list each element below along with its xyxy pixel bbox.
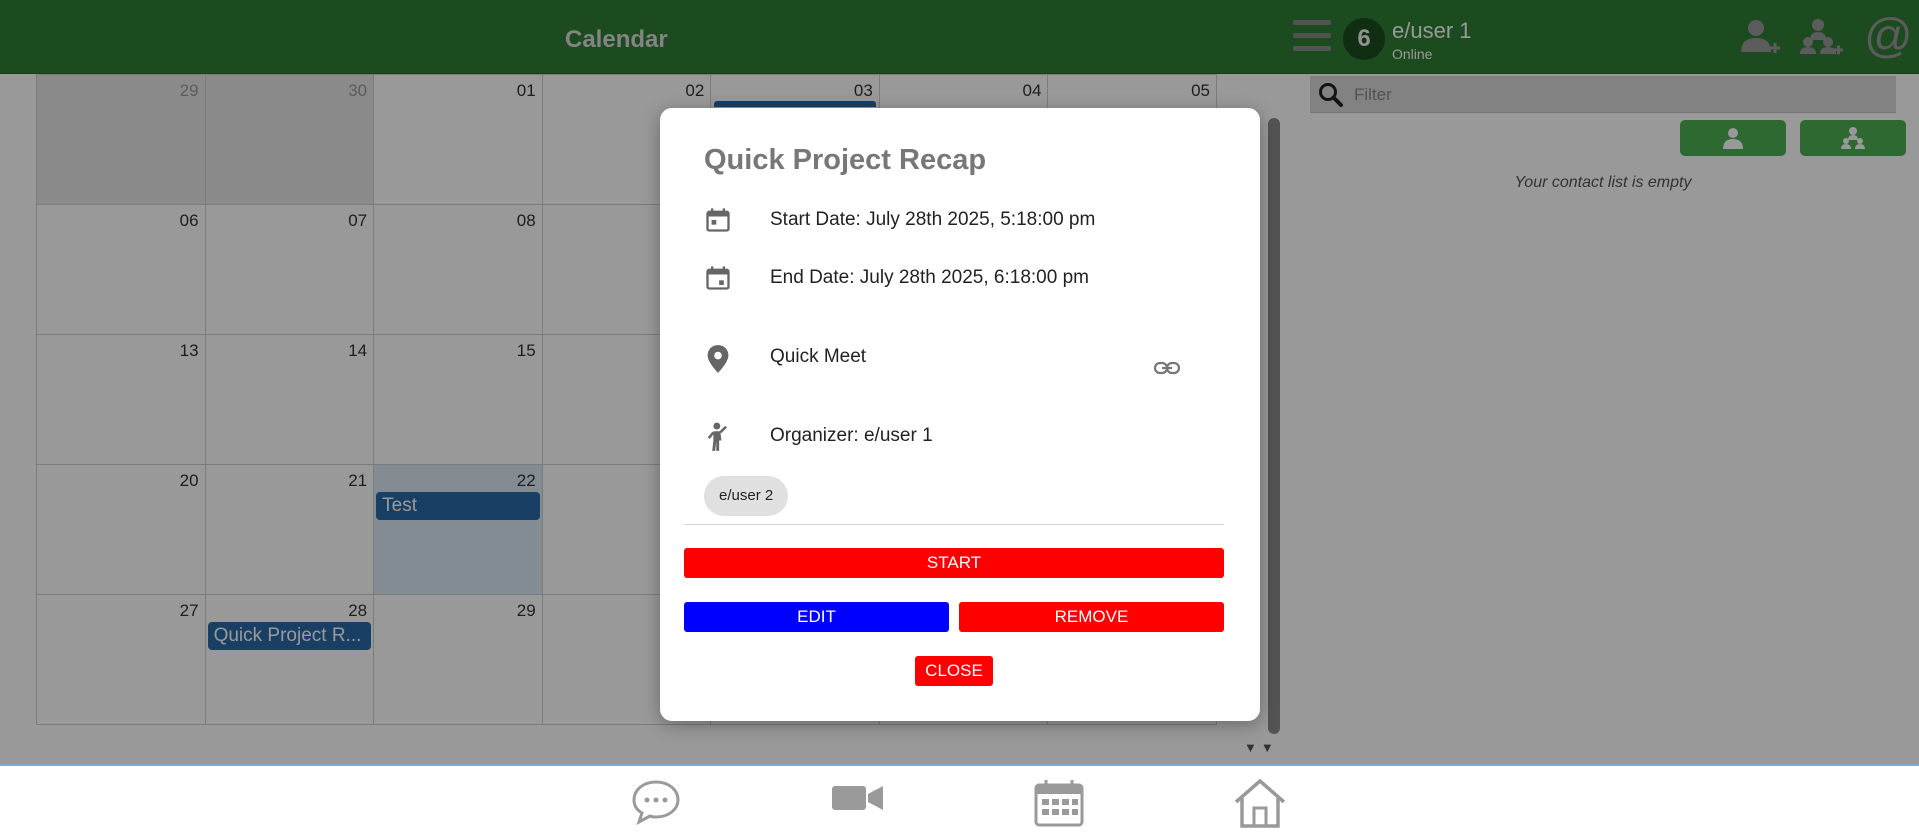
location-pin-icon <box>707 345 729 373</box>
video-camera-icon <box>832 786 883 810</box>
event-details-dialog: Quick Project Recap Start Date: July 28t… <box>660 108 1260 721</box>
close-button[interactable]: CLOSE <box>915 656 993 686</box>
attendee-chip[interactable]: e/user 2 <box>704 476 789 516</box>
event-title: Quick Project Recap <box>704 144 987 176</box>
home-nav[interactable] <box>1232 778 1288 833</box>
calendar-icon <box>1034 780 1084 827</box>
chat-nav[interactable] <box>630 778 682 831</box>
end-date: End Date: July 28th 2025, 6:18:00 pm <box>770 267 1089 288</box>
home-icon <box>1234 778 1286 828</box>
bottom-navigation <box>0 764 1919 828</box>
remove-button[interactable]: REMOVE <box>959 602 1224 632</box>
organizer-text: Organizer: e/user 1 <box>770 425 933 446</box>
start-date: Start Date: July 28th 2025, 5:18:00 pm <box>770 209 1096 230</box>
location-text: Quick Meet <box>770 346 867 367</box>
video-nav[interactable] <box>830 778 886 823</box>
edit-button[interactable]: EDIT <box>684 602 949 632</box>
link-icon[interactable] <box>1153 358 1181 378</box>
organizer-person-icon <box>707 422 727 451</box>
start-button[interactable]: START <box>684 548 1224 578</box>
chat-bubble-icon <box>632 780 680 826</box>
calendar-nav[interactable] <box>1033 778 1085 833</box>
calendar-start-icon <box>706 208 730 232</box>
calendar-end-icon <box>706 266 730 290</box>
divider <box>684 524 1224 525</box>
